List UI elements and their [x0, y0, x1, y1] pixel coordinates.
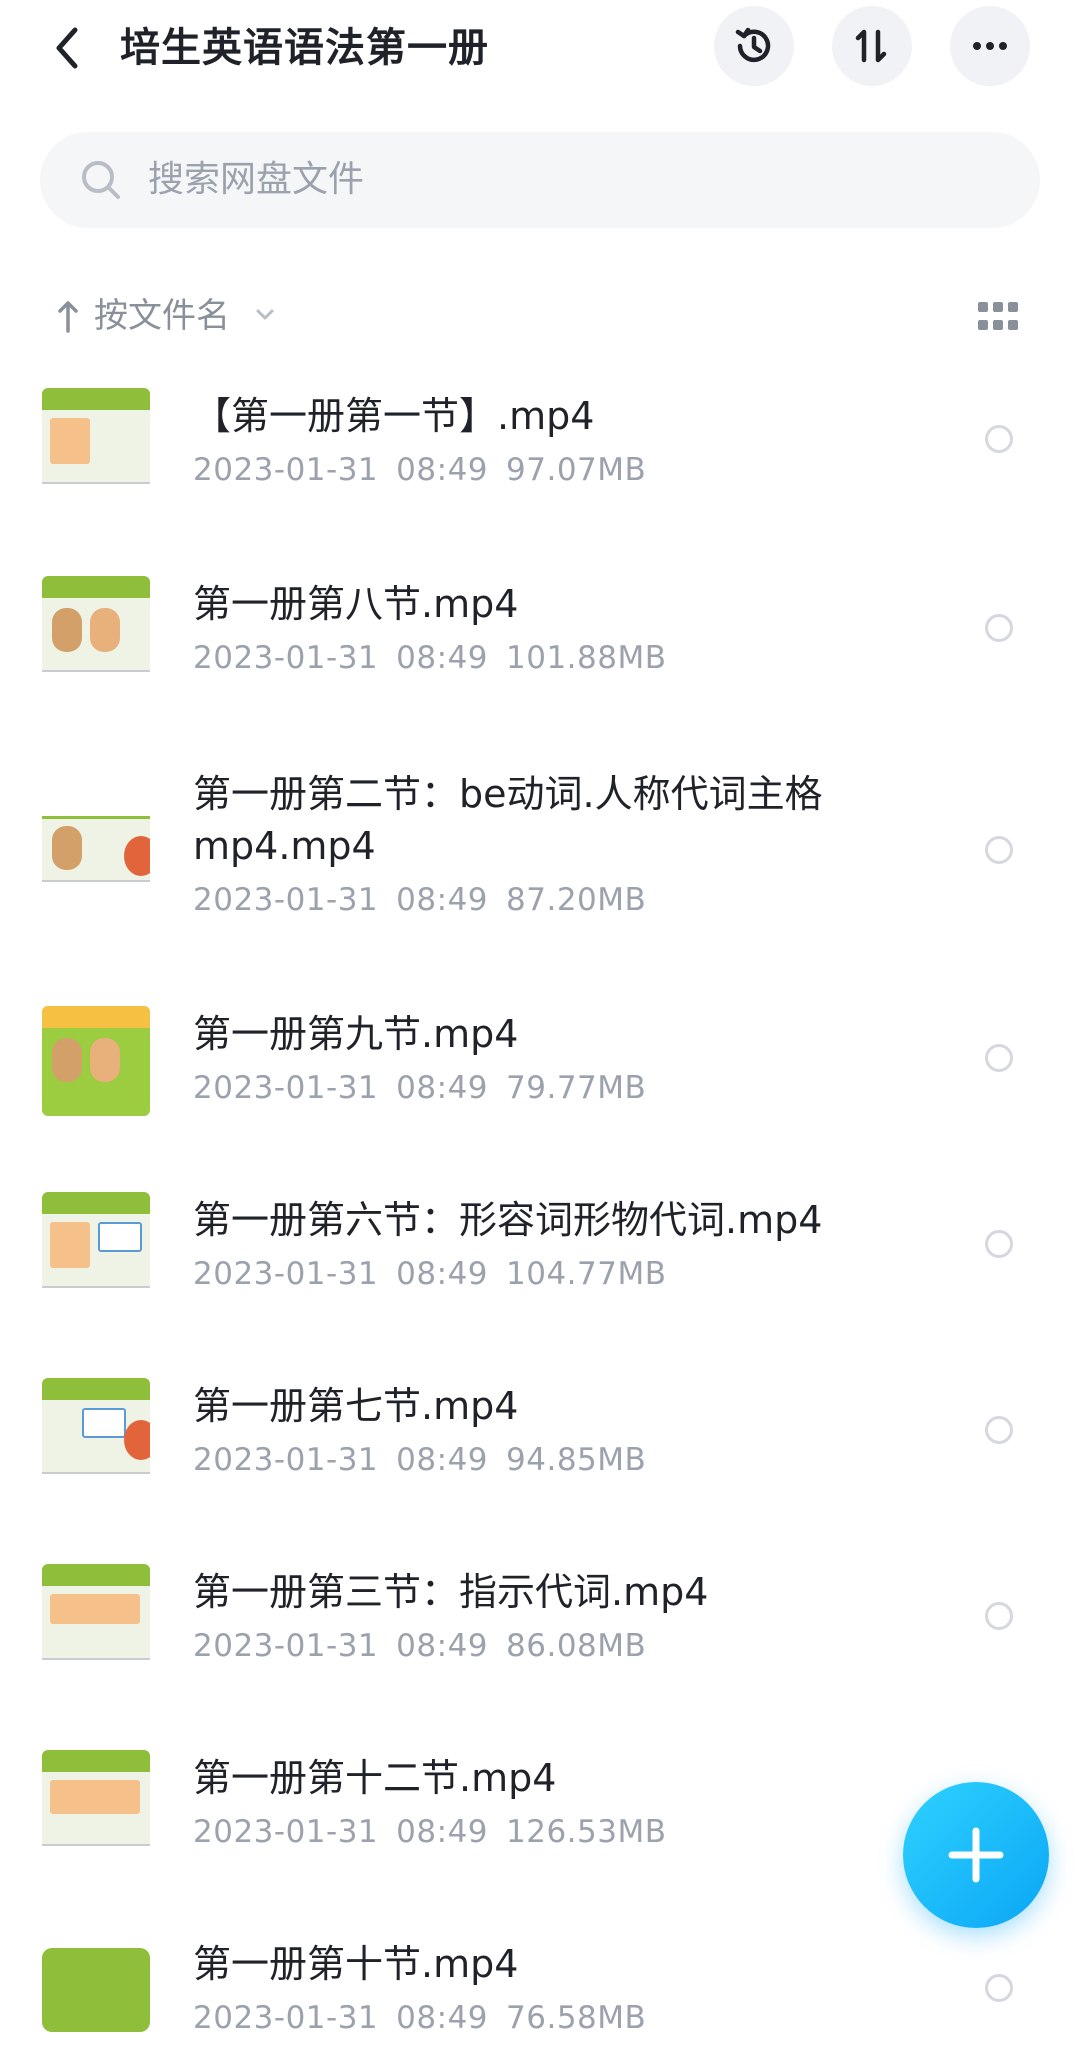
select-checkbox[interactable] — [985, 1974, 1013, 2002]
file-date: 2023-01-31 — [193, 1442, 379, 1478]
file-meta: 2023-01-31 08:49 76.58MB — [193, 1996, 646, 2040]
file-name-continued: mp4.mp4 — [193, 824, 376, 868]
plus-icon — [948, 1827, 1004, 1883]
sort-direction-button[interactable] — [48, 294, 88, 338]
chevron-left-icon — [56, 27, 78, 69]
file-date: 2023-01-31 — [193, 1256, 379, 1292]
select-checkbox[interactable] — [985, 614, 1013, 642]
select-checkbox[interactable] — [985, 425, 1013, 453]
file-size: 126.53MB — [506, 1814, 667, 1850]
add-button[interactable] — [903, 1782, 1049, 1928]
page-title: 培生英语语法第一册 — [120, 25, 489, 71]
more-icon — [973, 42, 1007, 50]
file-date: 2023-01-31 — [193, 1070, 379, 1106]
file-date: 2023-01-31 — [193, 1628, 379, 1664]
file-size: 97.07MB — [506, 452, 647, 488]
file-name: 【第一册第一节】.mp4 — [193, 394, 595, 438]
file-time: 08:49 — [396, 640, 489, 676]
file-meta: 2023-01-31 08:49 101.88MB — [193, 636, 667, 680]
file-meta: 2023-01-31 08:49 97.07MB — [193, 448, 646, 492]
file-meta: 2023-01-31 08:49 126.53MB — [193, 1810, 667, 1854]
video-thumbnail — [42, 1934, 150, 2044]
file-date: 2023-01-31 — [193, 2000, 379, 2036]
file-date: 2023-01-31 — [193, 882, 379, 918]
file-size: 76.58MB — [506, 2000, 647, 2036]
back-button[interactable] — [44, 20, 88, 76]
file-name: 第一册第九节.mp4 — [193, 1012, 519, 1056]
sort-label[interactable]: 按文件名 — [94, 288, 230, 344]
file-time: 08:49 — [396, 1814, 489, 1850]
grid-view-icon[interactable] — [978, 302, 1018, 332]
file-time: 08:49 — [396, 1070, 489, 1106]
select-checkbox[interactable] — [985, 1230, 1013, 1258]
select-checkbox[interactable] — [985, 1044, 1013, 1072]
file-size: 86.08MB — [506, 1628, 647, 1664]
file-date: 2023-01-31 — [193, 1814, 379, 1850]
file-time: 08:49 — [396, 1256, 489, 1292]
video-thumbnail — [42, 1378, 150, 1488]
file-size: 104.77MB — [506, 1256, 667, 1292]
file-name: 第一册第三节：指示代词.mp4 — [193, 1570, 709, 1614]
video-thumbnail — [42, 1192, 150, 1302]
chevron-down-icon[interactable] — [254, 304, 276, 326]
file-name: 第一册第六节：形容词形物代词.mp4 — [193, 1198, 823, 1242]
video-thumbnail — [42, 794, 150, 896]
sort-bar: 按文件名 — [40, 286, 1040, 346]
file-date: 2023-01-31 — [193, 452, 379, 488]
file-size: 94.85MB — [506, 1442, 647, 1478]
select-checkbox[interactable] — [985, 836, 1013, 864]
select-checkbox[interactable] — [985, 1416, 1013, 1444]
file-time: 08:49 — [396, 1628, 489, 1664]
sort-order-icon — [855, 29, 887, 63]
video-thumbnail — [42, 576, 150, 686]
file-meta: 2023-01-31 08:49 86.08MB — [193, 1624, 646, 1668]
search-input[interactable]: 搜索网盘文件 — [40, 132, 1040, 228]
search-icon — [82, 161, 120, 199]
history-button[interactable] — [714, 6, 794, 86]
file-size: 87.20MB — [506, 882, 647, 918]
file-date: 2023-01-31 — [193, 640, 379, 676]
file-time: 08:49 — [396, 882, 489, 918]
history-icon — [735, 27, 771, 63]
select-checkbox[interactable] — [985, 1602, 1013, 1630]
file-size: 79.77MB — [506, 1070, 647, 1106]
video-thumbnail — [42, 1006, 150, 1116]
top-bar: 培生英语语法第一册 — [0, 0, 1080, 100]
file-meta: 2023-01-31 08:49 94.85MB — [193, 1438, 646, 1482]
more-button[interactable] — [950, 6, 1030, 86]
search-placeholder: 搜索网盘文件 — [148, 159, 365, 200]
file-name: 第一册第十二节.mp4 — [193, 1756, 557, 1800]
arrow-up-icon — [58, 301, 78, 333]
file-name: 第一册第七节.mp4 — [193, 1384, 519, 1428]
file-size: 101.88MB — [506, 640, 667, 676]
file-meta: 2023-01-31 08:49 79.77MB — [193, 1066, 646, 1110]
video-thumbnail — [42, 1750, 150, 1860]
file-name: 第一册第二节：be动词.人称代词主格 — [193, 772, 823, 816]
video-thumbnail — [42, 388, 150, 498]
file-time: 08:49 — [396, 452, 489, 488]
file-meta: 2023-01-31 08:49 104.77MB — [193, 1252, 667, 1296]
video-thumbnail — [42, 1564, 150, 1674]
sort-order-button[interactable] — [832, 6, 912, 86]
file-meta: 2023-01-31 08:49 87.20MB — [193, 878, 646, 922]
file-time: 08:49 — [396, 1442, 489, 1478]
file-time: 08:49 — [396, 2000, 489, 2036]
file-name: 第一册第十节.mp4 — [193, 1942, 519, 1986]
file-name: 第一册第八节.mp4 — [193, 582, 519, 626]
